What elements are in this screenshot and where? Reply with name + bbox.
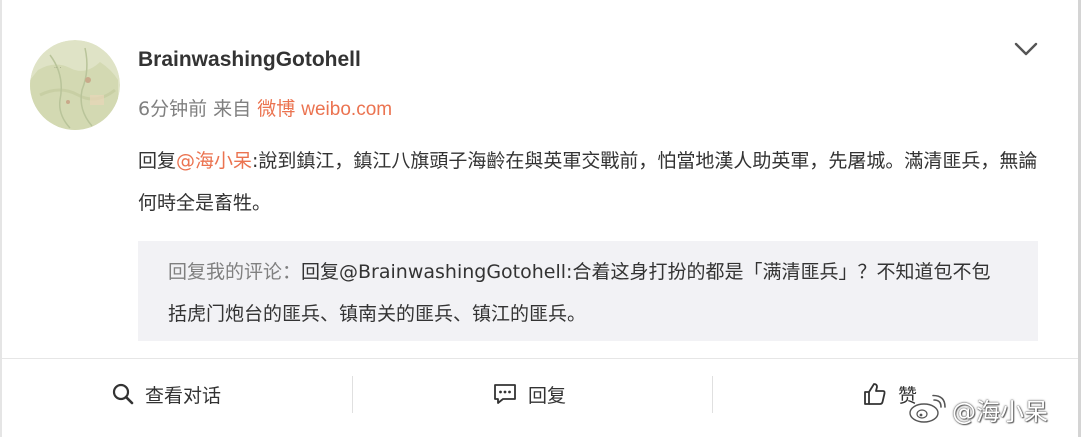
left-border [0, 0, 2, 437]
view-conversation-button[interactable]: 查看对话 [111, 375, 221, 413]
reply-label: 回复 [528, 384, 567, 407]
reply-prefix: 回复 [138, 150, 177, 172]
post-time: 6分钟前 [138, 98, 208, 120]
quoted-comment-content: 回复我的评论：回复@BrainwashingGotohell:合着这身打扮的都是… [168, 251, 1008, 335]
weibo-logo-icon [909, 394, 946, 423]
view-conversation-label: 查看对话 [145, 384, 222, 407]
quoted-label: 回复我的评论： [168, 261, 302, 283]
action-separator [352, 376, 353, 413]
mention-link[interactable]: @海小呆 [176, 150, 252, 172]
watermark-text: @海小呆 [952, 397, 1048, 426]
action-separator [712, 376, 713, 413]
source-link[interactable]: 微博 [257, 98, 295, 120]
reply-button[interactable]: 回复 [492, 375, 566, 413]
svg-text:·· ·: ·· · [54, 65, 62, 72]
comment-text: :說到鎮江，鎮江八旗頭子海齡在與英軍交戰前，怕當地漢人助英軍，先屠城。滿清匪兵，… [138, 150, 1038, 214]
from-label: 来自 [213, 98, 252, 120]
avatar[interactable]: ·· · [30, 40, 120, 130]
quoted-comment[interactable]: 回复我的评论：回复@BrainwashingGotohell:合着这身打扮的都是… [138, 241, 1038, 341]
search-icon [112, 383, 134, 405]
weibo-comment-card: ·· · BrainwashingGotohell 6分钟前 来自 微博 wei… [0, 0, 1081, 437]
action-bar-divider [2, 358, 1078, 359]
comment-icon [494, 384, 516, 404]
watermark: @海小呆 [908, 389, 1048, 429]
chevron-down-icon[interactable] [1013, 38, 1039, 60]
comment-body: 回复@海小呆:說到鎮江，鎮江八旗頭子海齡在與英軍交戰前，怕當地漢人助英軍，先屠城… [138, 140, 1043, 224]
source-site-link[interactable]: weibo.com [301, 99, 392, 120]
thumbs-up-icon [864, 383, 886, 405]
username[interactable]: BrainwashingGotohell [138, 48, 361, 72]
post-meta: 6分钟前 来自 微博 weibo.com [138, 94, 392, 121]
